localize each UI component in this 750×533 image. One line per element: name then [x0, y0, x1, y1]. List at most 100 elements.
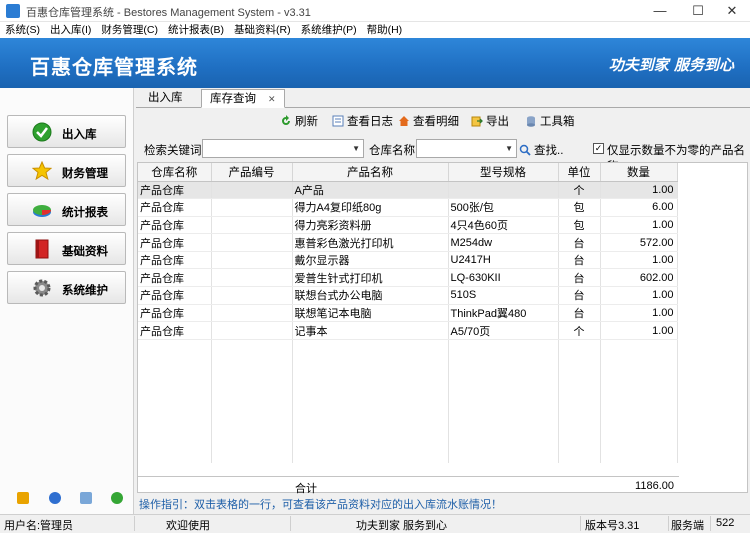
exit-icon[interactable]: [111, 492, 123, 504]
table-cell: [211, 268, 293, 288]
table-row[interactable]: 产品仓库 惠普彩色激光打印机 M254dw 台 572.00: [138, 233, 678, 252]
table-cell: [138, 409, 212, 428]
menu-basic-data[interactable]: 基础资料(R): [229, 22, 296, 38]
sidebar-item-finance[interactable]: 财务管理: [7, 154, 126, 187]
tab-inventory-query[interactable]: 库存查询 ✕: [201, 89, 285, 108]
sidebar-item-reports[interactable]: 统计报表: [7, 193, 126, 226]
table-cell: 产品仓库: [138, 304, 212, 323]
column-header[interactable]: 产品名称: [292, 163, 449, 182]
table-cell: [600, 392, 678, 410]
search-button[interactable]: 查找..: [519, 142, 563, 158]
warehouse-combo[interactable]: ▼: [416, 139, 517, 158]
table-row-empty: [138, 444, 678, 463]
table-cell: [600, 374, 678, 393]
table-cell: 联想台式办公电脑: [292, 286, 449, 305]
sidebar-item-stock-io[interactable]: 出入库: [7, 115, 126, 148]
export-label: 导出: [486, 116, 509, 128]
table-row[interactable]: 产品仓库 得力A4复印纸80g 500张/包包 6.00: [138, 198, 678, 217]
view-detail-button[interactable]: 查看明细: [398, 114, 459, 130]
search-icon[interactable]: [80, 492, 92, 504]
table-cell: [448, 181, 559, 200]
table-cell: 台: [558, 233, 601, 252]
table-cell: [211, 356, 293, 375]
chevron-down-icon[interactable]: ▼: [352, 144, 360, 153]
inventory-table[interactable]: 仓库名称 产品编号 产品名称 型号规格 单位 数量 产品仓库 A产品个 1.00 产品…: [137, 162, 748, 495]
table-cell: [558, 374, 601, 393]
table-cell: [448, 444, 559, 463]
table-cell: 1.00: [600, 181, 678, 200]
table-cell: [211, 286, 293, 305]
table-cell: 个: [558, 181, 601, 200]
tab-stock-io[interactable]: 出入库: [140, 89, 191, 108]
pie-chart-icon: [33, 205, 51, 217]
table-cell: [600, 427, 678, 445]
table-cell: [292, 339, 449, 357]
table-row[interactable]: 产品仓库 A产品 个 1.00: [138, 181, 678, 200]
table-cell: A产品: [292, 181, 449, 200]
only-nonzero-checkbox[interactable]: ✓: [593, 143, 604, 154]
table-cell: 产品仓库: [138, 286, 212, 305]
table-row-empty: [138, 392, 678, 410]
table-cell: [558, 339, 601, 357]
column-header[interactable]: 产品编号: [211, 163, 293, 182]
table-cell: 联想笔记本电脑: [292, 304, 449, 323]
menu-help[interactable]: 帮助(H): [362, 22, 408, 38]
sidebar-item-maintenance[interactable]: 系统维护: [7, 271, 126, 304]
table-cell: 包: [558, 216, 601, 235]
toolbox-button[interactable]: 工具箱: [525, 114, 575, 130]
close-button[interactable]: ✕: [714, 0, 750, 22]
table-row[interactable]: 产品仓库 联想笔记本电脑 ThinkPad翼480 台 1.00: [138, 304, 678, 323]
table-cell: 产品仓库: [138, 233, 212, 252]
toolbox-label: 工具箱: [540, 116, 575, 128]
table-cell: [448, 427, 559, 445]
sidebar-item-basic-data[interactable]: 基础资料: [7, 232, 126, 265]
tab-close-icon[interactable]: ✕: [268, 94, 276, 104]
table-cell: 台: [558, 304, 601, 323]
search-icon: [519, 144, 531, 156]
table-cell: 6.00: [600, 198, 678, 217]
column-header[interactable]: 型号规格: [448, 163, 559, 182]
note-icon[interactable]: [17, 492, 29, 504]
table-row[interactable]: 产品仓库 联想台式办公电脑 510S 台 1.00: [138, 286, 678, 305]
table-cell: 产品仓库: [138, 198, 212, 217]
menu-reports[interactable]: 统计报表(B): [163, 22, 229, 38]
table-cell: 惠普彩色激光打印机: [292, 233, 449, 252]
maximize-button[interactable]: ☐: [680, 0, 716, 22]
table-row[interactable]: 产品仓库 戴尔显示器 U2417H 台 1.00: [138, 251, 678, 270]
menu-maintenance[interactable]: 系统维护(P): [296, 22, 362, 38]
export-button[interactable]: 导出: [471, 114, 509, 130]
table-cell: 572.00: [600, 233, 678, 252]
table-row-empty: [138, 356, 678, 375]
app-icon: [6, 4, 20, 18]
view-log-button[interactable]: 查看日志: [332, 114, 393, 130]
column-header[interactable]: 单位: [558, 163, 601, 182]
refresh-button[interactable]: 刷新: [280, 114, 318, 130]
table-cell: [211, 444, 293, 463]
table-cell: 1.00: [600, 321, 678, 340]
table-row[interactable]: 产品仓库 得力亮彩资料册 4只4色60页包 1.00: [138, 216, 678, 235]
menu-system[interactable]: 系统(S): [0, 22, 45, 38]
table-row[interactable]: 产品仓库 爱普生针式打印机 LQ-630KII 台 602.00: [138, 268, 678, 288]
total-row: 合计 1186.00: [138, 476, 679, 495]
table-cell: [558, 444, 601, 463]
status-port: 522: [716, 517, 735, 529]
table-cell: [292, 409, 449, 428]
chevron-down-icon[interactable]: ▼: [505, 144, 513, 153]
menu-stock-io[interactable]: 出入库(I): [45, 22, 96, 38]
clock-icon[interactable]: [49, 492, 61, 504]
table-cell: [211, 392, 293, 410]
column-header[interactable]: 仓库名称: [138, 163, 212, 182]
toolbar: 刷新 查看日志 查看明细 导出 工具箱: [136, 110, 750, 134]
menu-finance[interactable]: 财务管理(C): [96, 22, 163, 38]
warehouse-label: 仓库名称: [369, 145, 415, 157]
table-cell: 得力A4复印纸80g: [292, 198, 449, 217]
keyword-combo[interactable]: ▼: [202, 139, 364, 158]
table-cell: 产品仓库: [138, 268, 212, 288]
column-header[interactable]: 数量: [600, 163, 678, 182]
search-bar: 检索关键词 ▼ 仓库名称 ▼ 查找.. ✓ 仅显示数量不为零的产品名称: [136, 136, 750, 173]
table-row-empty: [138, 339, 678, 357]
system-title: 百惠仓库管理系统: [30, 57, 198, 79]
table-cell: 4只4色60页: [448, 216, 559, 235]
minimize-button[interactable]: —: [642, 0, 678, 22]
table-row[interactable]: 产品仓库 记事本 A5/70页个 1.00: [138, 321, 678, 340]
